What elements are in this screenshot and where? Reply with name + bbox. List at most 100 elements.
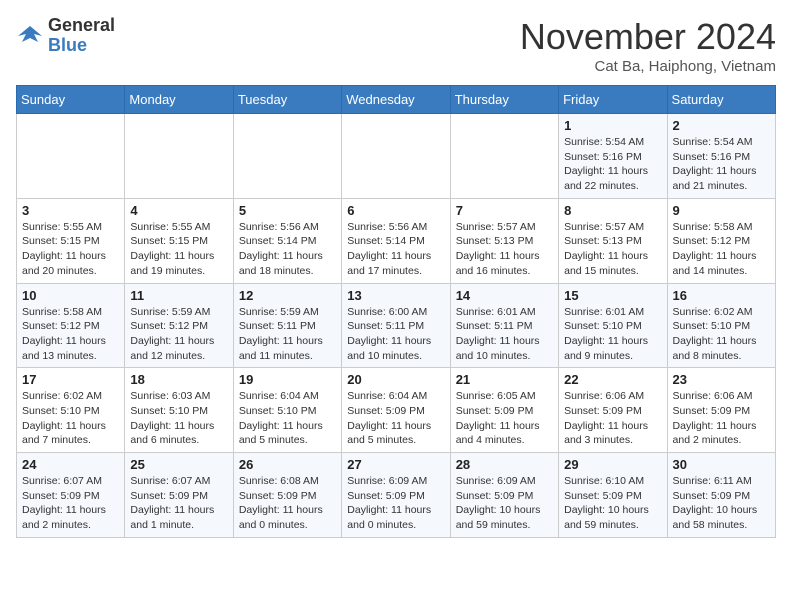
calendar-cell: 16 Sunrise: 6:02 AM Sunset: 5:10 PM Dayli… [667,283,775,368]
title-block: November 2024 Cat Ba, Haiphong, Vietnam [520,16,776,75]
day-number: 2 [673,118,770,133]
day-info: Sunrise: 6:10 AM Sunset: 5:09 PM Dayligh… [564,474,661,533]
day-info: Sunrise: 6:07 AM Sunset: 5:09 PM Dayligh… [22,474,119,533]
calendar-cell [233,114,341,199]
day-info: Sunrise: 5:56 AM Sunset: 5:14 PM Dayligh… [239,220,336,279]
calendar-cell [450,114,558,199]
day-number: 16 [673,288,770,303]
day-number: 14 [456,288,553,303]
day-info: Sunrise: 6:06 AM Sunset: 5:09 PM Dayligh… [564,389,661,448]
weekday-header-thursday: Thursday [450,86,558,114]
calendar-cell: 8 Sunrise: 5:57 AM Sunset: 5:13 PM Daylig… [559,198,667,283]
calendar-cell: 11Sunrise: 5:59 AM Sunset: 5:12 PM Dayli… [125,283,233,368]
weekday-header-saturday: Saturday [667,86,775,114]
calendar-cell: 21Sunrise: 6:05 AM Sunset: 5:09 PM Dayli… [450,368,558,453]
calendar-cell: 25Sunrise: 6:07 AM Sunset: 5:09 PM Dayli… [125,453,233,538]
calendar-cell: 18Sunrise: 6:03 AM Sunset: 5:10 PM Dayli… [125,368,233,453]
day-number: 27 [347,457,444,472]
day-number: 29 [564,457,661,472]
logo-bird-icon [16,22,44,50]
calendar-cell: 30 Sunrise: 6:11 AM Sunset: 5:09 PM Dayli… [667,453,775,538]
calendar-week-row: 24 Sunrise: 6:07 AM Sunset: 5:09 PM Dayli… [17,453,776,538]
calendar-cell: 13 Sunrise: 6:00 AM Sunset: 5:11 PM Dayli… [342,283,450,368]
day-number: 20 [347,372,444,387]
day-number: 9 [673,203,770,218]
weekday-header-row: SundayMondayTuesdayWednesdayThursdayFrid… [17,86,776,114]
calendar-cell [342,114,450,199]
calendar-cell: 6 Sunrise: 5:56 AM Sunset: 5:14 PM Daylig… [342,198,450,283]
day-number: 5 [239,203,336,218]
day-number: 1 [564,118,661,133]
calendar-cell: 20 Sunrise: 6:04 AM Sunset: 5:09 PM Dayli… [342,368,450,453]
day-info: Sunrise: 6:04 AM Sunset: 5:10 PM Dayligh… [239,389,336,448]
calendar-cell [125,114,233,199]
day-info: Sunrise: 5:58 AM Sunset: 5:12 PM Dayligh… [673,220,770,279]
calendar-cell: 3 Sunrise: 5:55 AM Sunset: 5:15 PM Daylig… [17,198,125,283]
day-number: 12 [239,288,336,303]
weekday-header-friday: Friday [559,86,667,114]
calendar-cell: 12 Sunrise: 5:59 AM Sunset: 5:11 PM Dayli… [233,283,341,368]
day-info: Sunrise: 5:56 AM Sunset: 5:14 PM Dayligh… [347,220,444,279]
day-info: Sunrise: 5:55 AM Sunset: 5:15 PM Dayligh… [130,220,227,279]
calendar-cell: 1 Sunrise: 5:54 AM Sunset: 5:16 PM Daylig… [559,114,667,199]
day-info: Sunrise: 5:59 AM Sunset: 5:11 PM Dayligh… [239,305,336,364]
day-number: 18 [130,372,227,387]
weekday-header-tuesday: Tuesday [233,86,341,114]
calendar-cell: 19Sunrise: 6:04 AM Sunset: 5:10 PM Dayli… [233,368,341,453]
day-info: Sunrise: 5:58 AM Sunset: 5:12 PM Dayligh… [22,305,119,364]
day-info: Sunrise: 5:59 AM Sunset: 5:12 PM Dayligh… [130,305,227,364]
calendar-week-row: 3 Sunrise: 5:55 AM Sunset: 5:15 PM Daylig… [17,198,776,283]
day-info: Sunrise: 6:05 AM Sunset: 5:09 PM Dayligh… [456,389,553,448]
day-number: 13 [347,288,444,303]
day-number: 6 [347,203,444,218]
calendar-cell: 29 Sunrise: 6:10 AM Sunset: 5:09 PM Dayli… [559,453,667,538]
weekday-header-wednesday: Wednesday [342,86,450,114]
day-number: 28 [456,457,553,472]
weekday-header-sunday: Sunday [17,86,125,114]
weekday-header-monday: Monday [125,86,233,114]
day-info: Sunrise: 6:00 AM Sunset: 5:11 PM Dayligh… [347,305,444,364]
calendar-cell: 23Sunrise: 6:06 AM Sunset: 5:09 PM Dayli… [667,368,775,453]
calendar-cell: 22Sunrise: 6:06 AM Sunset: 5:09 PM Dayli… [559,368,667,453]
day-info: Sunrise: 6:09 AM Sunset: 5:09 PM Dayligh… [347,474,444,533]
day-info: Sunrise: 6:07 AM Sunset: 5:09 PM Dayligh… [130,474,227,533]
calendar-cell: 9 Sunrise: 5:58 AM Sunset: 5:12 PM Daylig… [667,198,775,283]
calendar-week-row: 10 Sunrise: 5:58 AM Sunset: 5:12 PM Dayli… [17,283,776,368]
calendar-cell: 14 Sunrise: 6:01 AM Sunset: 5:11 PM Dayli… [450,283,558,368]
day-info: Sunrise: 6:04 AM Sunset: 5:09 PM Dayligh… [347,389,444,448]
day-number: 15 [564,288,661,303]
day-info: Sunrise: 6:02 AM Sunset: 5:10 PM Dayligh… [673,305,770,364]
day-info: Sunrise: 6:11 AM Sunset: 5:09 PM Dayligh… [673,474,770,533]
day-number: 10 [22,288,119,303]
day-info: Sunrise: 5:55 AM Sunset: 5:15 PM Dayligh… [22,220,119,279]
day-number: 30 [673,457,770,472]
calendar-cell: 28 Sunrise: 6:09 AM Sunset: 5:09 PM Dayli… [450,453,558,538]
calendar-cell [17,114,125,199]
day-info: Sunrise: 5:57 AM Sunset: 5:13 PM Dayligh… [456,220,553,279]
location: Cat Ba, Haiphong, Vietnam [520,58,776,75]
day-info: Sunrise: 6:08 AM Sunset: 5:09 PM Dayligh… [239,474,336,533]
logo-text: General Blue [48,16,115,56]
calendar-cell: 5 Sunrise: 5:56 AM Sunset: 5:14 PM Daylig… [233,198,341,283]
day-number: 4 [130,203,227,218]
day-info: Sunrise: 5:54 AM Sunset: 5:16 PM Dayligh… [564,135,661,194]
day-number: 26 [239,457,336,472]
calendar-cell: 2 Sunrise: 5:54 AM Sunset: 5:16 PM Daylig… [667,114,775,199]
calendar-cell: 24 Sunrise: 6:07 AM Sunset: 5:09 PM Dayli… [17,453,125,538]
day-info: Sunrise: 5:57 AM Sunset: 5:13 PM Dayligh… [564,220,661,279]
logo: General Blue [16,16,115,56]
day-info: Sunrise: 6:01 AM Sunset: 5:10 PM Dayligh… [564,305,661,364]
day-number: 3 [22,203,119,218]
day-number: 17 [22,372,119,387]
calendar-cell: 10 Sunrise: 5:58 AM Sunset: 5:12 PM Dayli… [17,283,125,368]
day-info: Sunrise: 6:02 AM Sunset: 5:10 PM Dayligh… [22,389,119,448]
day-number: 8 [564,203,661,218]
day-number: 24 [22,457,119,472]
day-info: Sunrise: 5:54 AM Sunset: 5:16 PM Dayligh… [673,135,770,194]
calendar-cell: 7Sunrise: 5:57 AM Sunset: 5:13 PM Daylig… [450,198,558,283]
page-header: General Blue November 2024 Cat Ba, Haiph… [16,16,776,75]
calendar-cell: 17 Sunrise: 6:02 AM Sunset: 5:10 PM Dayli… [17,368,125,453]
day-info: Sunrise: 6:09 AM Sunset: 5:09 PM Dayligh… [456,474,553,533]
day-info: Sunrise: 6:01 AM Sunset: 5:11 PM Dayligh… [456,305,553,364]
month-title: November 2024 [520,16,776,58]
